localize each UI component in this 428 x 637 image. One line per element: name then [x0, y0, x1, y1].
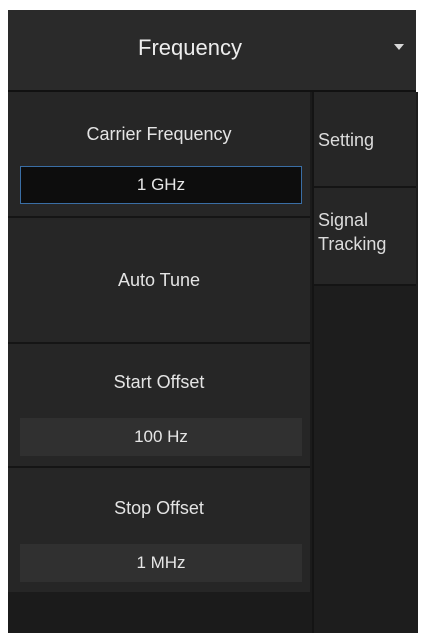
auto-tune-label: Auto Tune	[117, 270, 201, 290]
start-offset-label: Start Offset	[113, 372, 205, 392]
auto-tune-button[interactable]: Auto Tune	[8, 218, 310, 344]
carrier-frequency-label: Carrier Frequency	[86, 124, 232, 144]
tab-column: Setting Signal Tracking	[312, 92, 418, 633]
stop-offset-input[interactable]: 1 MHz	[20, 544, 302, 582]
stop-offset-label: Stop Offset	[114, 498, 204, 518]
carrier-frequency-input[interactable]: 1 GHz	[20, 166, 302, 204]
start-offset-section: Start Offset 100 Hz	[8, 344, 310, 468]
carrier-frequency-section: Carrier Frequency 1 GHz	[8, 92, 310, 218]
panel-title: Frequency	[138, 35, 242, 60]
frequency-dropdown[interactable]: Frequency	[8, 10, 416, 92]
tab-signal-tracking-label: Signal Tracking	[318, 210, 387, 254]
frequency-panel: Frequency Carrier Frequency 1 GHz Auto T…	[8, 10, 418, 633]
tab-setting-label: Setting	[318, 130, 375, 150]
tab-signal-tracking[interactable]: Signal Tracking	[314, 188, 416, 286]
start-offset-input[interactable]: 100 Hz	[20, 418, 302, 456]
tab-setting[interactable]: Setting	[314, 92, 416, 188]
stop-offset-section: Stop Offset 1 MHz	[8, 468, 310, 592]
triangle-down-icon	[394, 44, 404, 50]
settings-column: Carrier Frequency 1 GHz Auto Tune Start …	[8, 92, 310, 633]
